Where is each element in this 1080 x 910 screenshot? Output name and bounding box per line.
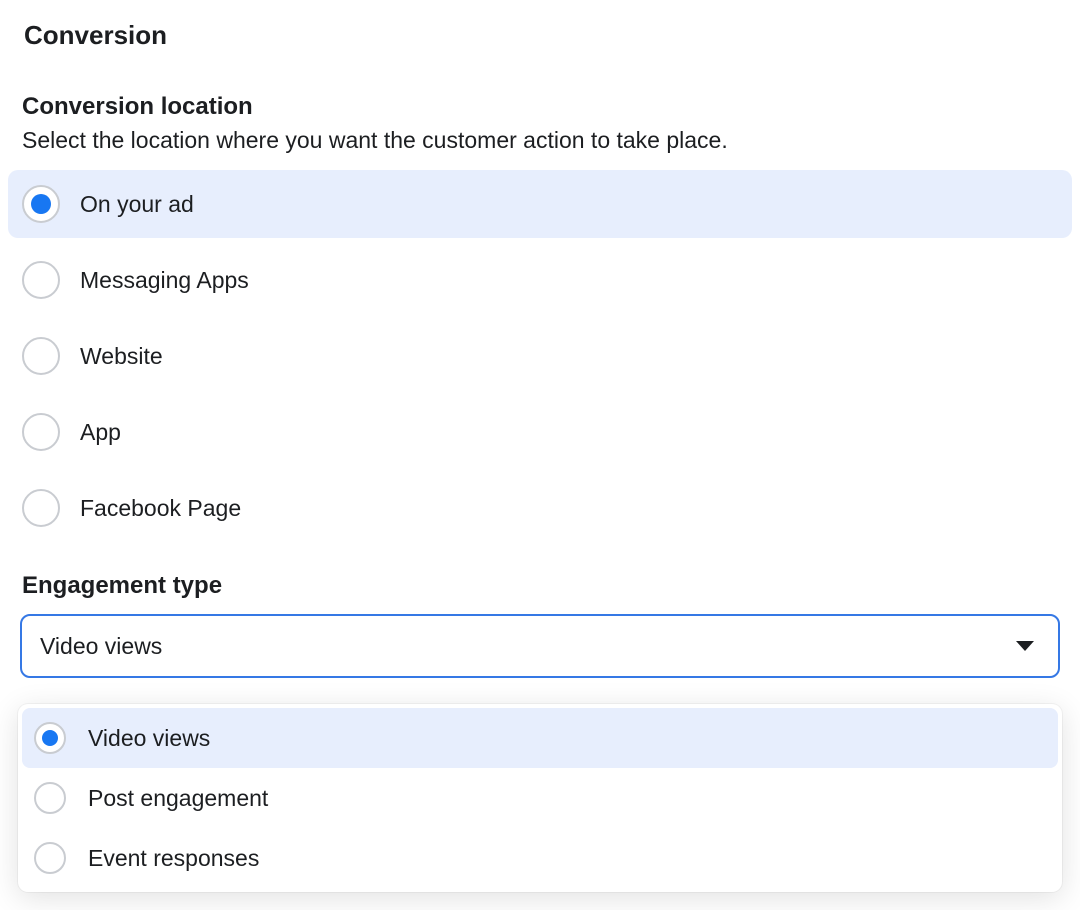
conversion-location-option-facebook-page[interactable]: Facebook Page bbox=[8, 474, 1072, 542]
dropdown-label: Video views bbox=[88, 725, 210, 752]
radio-label: On your ad bbox=[80, 191, 194, 218]
engagement-type-option-event-responses[interactable]: Event responses bbox=[22, 828, 1058, 888]
engagement-type-option-video-views[interactable]: Video views bbox=[22, 708, 1058, 768]
radio-label: Facebook Page bbox=[80, 495, 241, 522]
conversion-location-option-messaging-apps[interactable]: Messaging Apps bbox=[8, 246, 1072, 314]
engagement-type-option-post-engagement[interactable]: Post engagement bbox=[22, 768, 1058, 828]
radio-icon bbox=[34, 722, 66, 754]
conversion-location-heading: Conversion location bbox=[22, 93, 1058, 121]
radio-icon bbox=[22, 489, 60, 527]
radio-icon bbox=[22, 337, 60, 375]
engagement-type-dropdown: Video views Post engagement Event respon… bbox=[18, 704, 1062, 892]
radio-label: Website bbox=[80, 343, 163, 370]
conversion-location-option-app[interactable]: App bbox=[8, 398, 1072, 466]
engagement-type-select[interactable]: Video views bbox=[20, 614, 1060, 678]
radio-label: App bbox=[80, 419, 121, 446]
dropdown-label: Event responses bbox=[88, 845, 259, 872]
caret-down-icon bbox=[1016, 641, 1034, 651]
engagement-type-selected-value: Video views bbox=[40, 633, 162, 660]
conversion-location-option-on-your-ad[interactable]: On your ad bbox=[8, 170, 1072, 238]
conversion-location-block: Conversion location Select the location … bbox=[22, 93, 1058, 542]
radio-icon bbox=[34, 782, 66, 814]
radio-icon bbox=[22, 261, 60, 299]
radio-icon bbox=[34, 842, 66, 874]
engagement-type-select-wrapper: Video views Video views Post engagement … bbox=[20, 614, 1060, 678]
radio-label: Messaging Apps bbox=[80, 267, 249, 294]
radio-icon bbox=[22, 413, 60, 451]
dropdown-label: Post engagement bbox=[88, 785, 268, 812]
conversion-location-radio-group: On your ad Messaging Apps Website App Fa… bbox=[8, 170, 1072, 542]
engagement-type-heading: Engagement type bbox=[22, 572, 1058, 600]
section-title: Conversion bbox=[24, 20, 1058, 51]
conversion-location-description: Select the location where you want the c… bbox=[22, 127, 1058, 154]
conversion-location-option-website[interactable]: Website bbox=[8, 322, 1072, 390]
radio-icon bbox=[22, 185, 60, 223]
